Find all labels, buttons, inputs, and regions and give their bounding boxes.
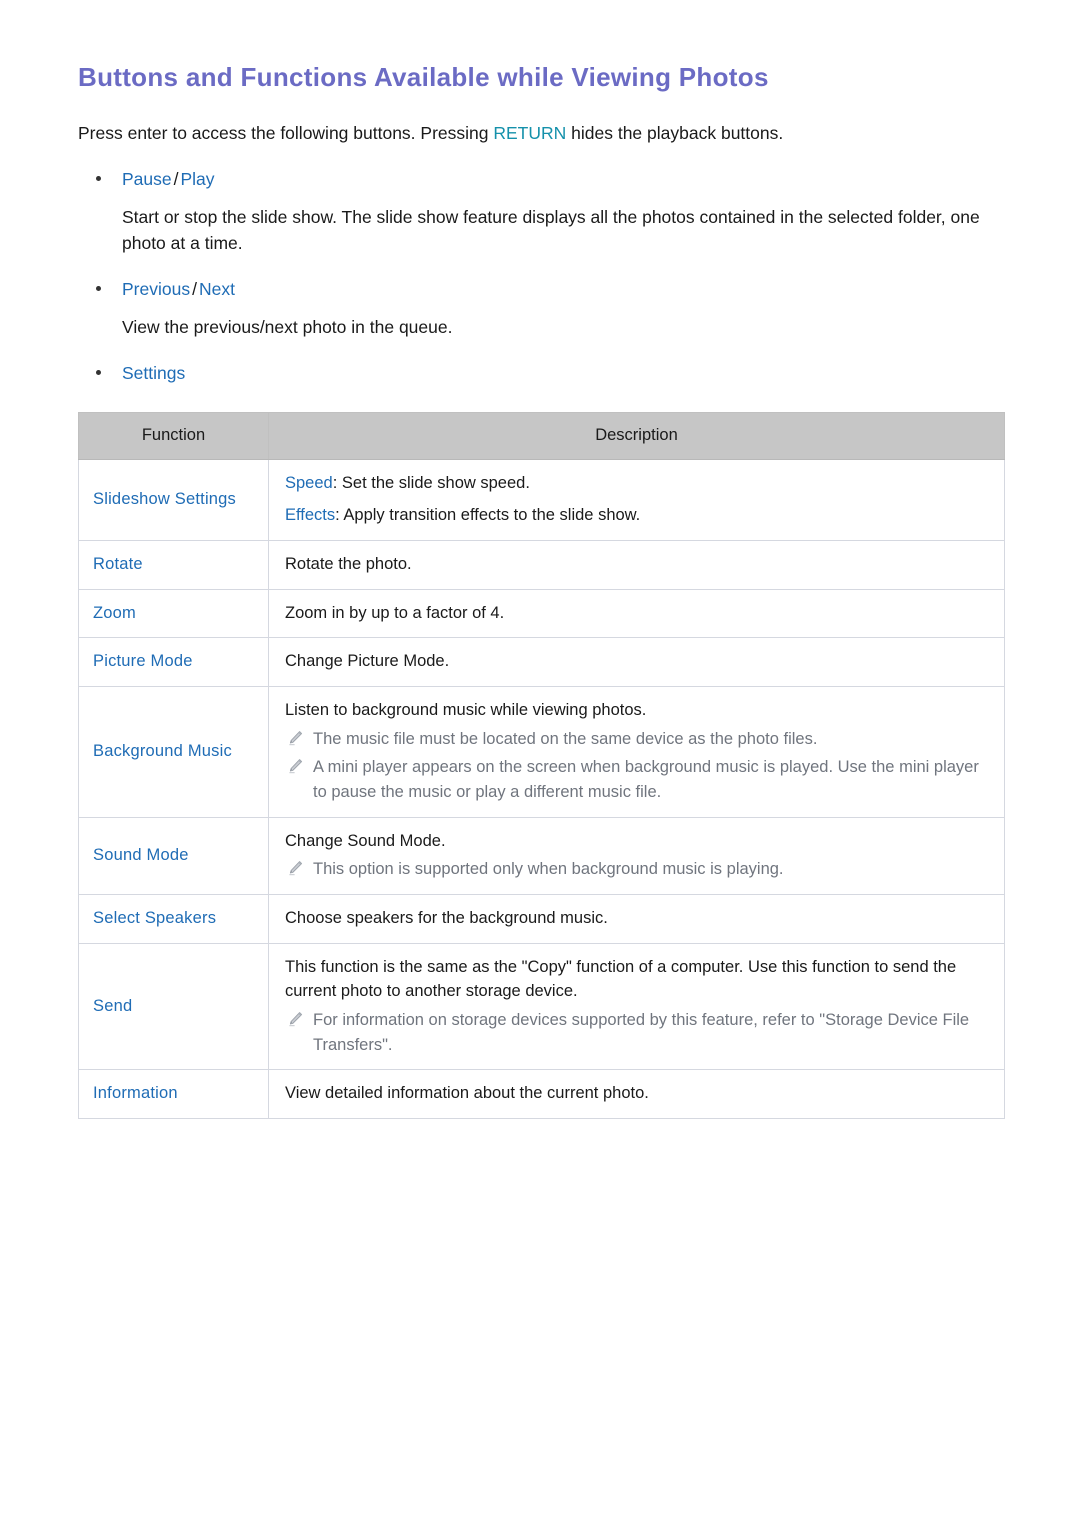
table-row: Rotate Rotate the photo. (78, 539, 1005, 590)
function-name-information: Information (78, 1069, 269, 1120)
document-page: Buttons and Functions Available while Vi… (0, 0, 1080, 1527)
functions-table: Function Description Slideshow Settings … (78, 411, 1005, 1120)
description-line: This function is the same as the "Copy" … (285, 958, 957, 1001)
column-header-function: Function (78, 411, 269, 460)
table-row: Sound Mode Change Sound Mode. This optio… (78, 816, 1005, 896)
bullet-item-pause-play: Pause / Play (78, 167, 1004, 192)
description-select-speakers: Choose speakers for the background music… (268, 894, 1005, 945)
table-header: Function Description (78, 411, 1005, 460)
description-line: Choose speakers for the background music… (285, 909, 608, 928)
description-line: Effects: Apply transition effects to the… (285, 504, 990, 528)
note-item: The music file must be located on the sa… (285, 727, 990, 752)
description-line: View detailed information about the curr… (285, 1084, 649, 1103)
link-play[interactable]: Play (181, 169, 215, 189)
bullet-item-previous-next: Previous / Next (78, 277, 1004, 302)
keyword-effects: Effects (285, 505, 336, 524)
description-send: This function is the same as the "Copy" … (268, 943, 1005, 1071)
link-pause[interactable]: Pause (122, 169, 172, 189)
note-text: This option is supported only when backg… (313, 860, 784, 879)
list-item: Settings (78, 361, 1004, 386)
description-text: : Apply transition effects to the slide … (335, 505, 641, 524)
intro-text-after: hides the playback buttons. (566, 123, 784, 144)
bullet-dot-icon (96, 285, 101, 291)
table-row: Select Speakers Choose speakers for the … (78, 894, 1005, 945)
function-name-picture-mode: Picture Mode (78, 637, 269, 688)
description-slideshow-settings: Speed: Set the slide show speed. Effects… (268, 458, 1005, 541)
list-item: Previous / Next View the previous/next pho… (78, 277, 1004, 341)
note-item: A mini player appears on the screen when… (285, 755, 990, 805)
description-line: Change Sound Mode. (285, 831, 446, 850)
function-name-slideshow-settings: Slideshow Settings (78, 458, 269, 541)
link-next[interactable]: Next (199, 279, 235, 299)
table-row: Send This function is the same as the "C… (78, 943, 1005, 1071)
bullet-description-pause-play: Start or stop the slide show. The slide … (122, 207, 980, 253)
function-name-send: Send (78, 943, 269, 1071)
function-name-sound-mode: Sound Mode (78, 816, 269, 896)
separator-slash: / (192, 278, 197, 299)
list-item: Pause / Play Start or stop the slide show.… (78, 167, 1004, 257)
column-header-description: Description (268, 411, 1005, 460)
bullet-dot-icon (96, 175, 101, 181)
description-line: Zoom in by up to a factor of 4. (285, 603, 505, 622)
note-text: For information on storage devices suppo… (313, 1010, 970, 1054)
bullet-description-previous-next: View the previous/next photo in the queu… (122, 317, 453, 338)
description-text: : Set the slide show speed. (332, 473, 530, 492)
table-row: Picture Mode Change Picture Mode. (78, 637, 1005, 688)
table-row: Background Music Listen to background mu… (78, 686, 1005, 818)
table-header-row: Function Description (78, 411, 1005, 460)
function-name-select-speakers: Select Speakers (78, 894, 269, 945)
note-item: For information on storage devices suppo… (285, 1008, 990, 1058)
function-name-background-music: Background Music (78, 686, 269, 818)
keyword-speed: Speed (285, 473, 333, 492)
description-line: Rotate the photo. (285, 554, 412, 573)
pencil-icon (287, 758, 304, 775)
description-information: View detailed information about the curr… (268, 1069, 1005, 1120)
table-row: Zoom Zoom in by up to a factor of 4. (78, 588, 1005, 639)
description-line: Speed: Set the slide show speed. (285, 472, 990, 496)
function-name-rotate: Rotate (78, 539, 269, 590)
description-sound-mode: Change Sound Mode. This option is suppor… (268, 816, 1005, 896)
bullet-dot-icon (96, 370, 101, 376)
table-body: Slideshow Settings Speed: Set the slide … (78, 458, 1005, 1120)
pencil-icon (287, 860, 304, 877)
description-picture-mode: Change Picture Mode. (268, 637, 1005, 688)
description-line: Listen to background music while viewing… (285, 701, 647, 720)
note-text: A mini player appears on the screen when… (313, 758, 979, 801)
bullet-item-settings: Settings (78, 361, 1004, 386)
description-zoom: Zoom in by up to a factor of 4. (268, 588, 1005, 639)
keyword-return: RETURN (493, 123, 567, 144)
function-name-zoom: Zoom (78, 588, 269, 639)
table-row: Information View detailed information ab… (78, 1069, 1005, 1120)
page-title: Buttons and Functions Available while Vi… (78, 62, 769, 92)
link-settings[interactable]: Settings (122, 363, 185, 383)
description-line: Change Picture Mode. (285, 652, 450, 671)
intro-paragraph: Press enter to access the following butt… (78, 121, 1004, 146)
separator-slash: / (173, 168, 179, 189)
bullet-list: Pause / Play Start or stop the slide show.… (78, 167, 1004, 386)
content-column: Buttons and Functions Available while Vi… (78, 62, 1005, 1120)
note-item: This option is supported only when backg… (285, 857, 990, 882)
pencil-icon (287, 730, 304, 747)
description-rotate: Rotate the photo. (268, 539, 1005, 590)
link-previous[interactable]: Previous (122, 279, 190, 299)
note-text: The music file must be located on the sa… (313, 730, 818, 749)
table-row: Slideshow Settings Speed: Set the slide … (78, 458, 1005, 541)
pencil-icon (287, 1011, 304, 1028)
intro-text-before: Press enter to access the following butt… (78, 123, 494, 144)
description-background-music: Listen to background music while viewing… (268, 686, 1005, 818)
